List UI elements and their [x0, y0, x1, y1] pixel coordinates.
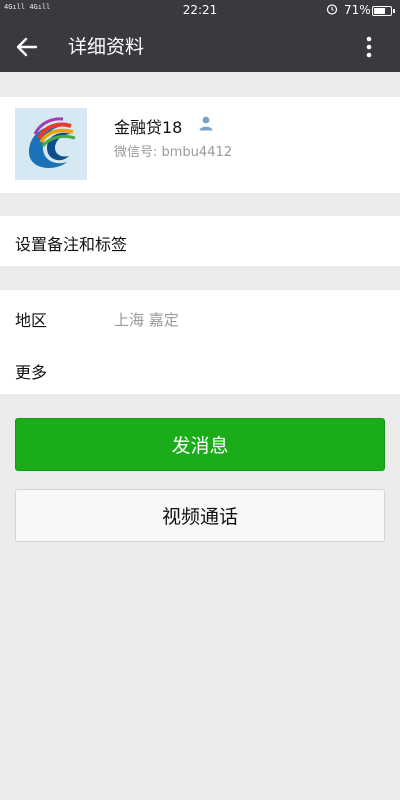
user-icon	[199, 116, 213, 131]
avatar[interactable]	[15, 108, 87, 180]
back-arrow-icon[interactable]	[14, 34, 40, 60]
status-time: 22:21	[182, 3, 218, 17]
battery-icon	[372, 6, 395, 16]
region-value: 上海 嘉定	[114, 311, 179, 329]
video-call-button[interactable]: 视频通话	[15, 489, 385, 542]
alarm-icon	[326, 4, 338, 15]
more-row[interactable]: 更多	[15, 359, 47, 383]
battery-percent: 71%	[344, 3, 371, 17]
battery-fill	[374, 8, 385, 14]
remark-tags-label: 设置备注和标签	[15, 235, 128, 254]
profile-card: 金融贷18 微信号: bmbu4412	[0, 97, 400, 193]
region-label: 地区	[15, 311, 48, 330]
wechat-id: 微信号: bmbu4412	[114, 145, 233, 160]
contact-name: 金融贷18	[114, 118, 183, 137]
status-bar: 4Gıll 4Gıll 22:21 71%	[0, 0, 400, 22]
more-vertical-icon[interactable]	[356, 34, 382, 60]
nav-bar: 详细资料	[0, 22, 400, 72]
send-message-button[interactable]: 发消息	[15, 418, 385, 471]
page-title: 详细资料	[68, 36, 145, 58]
info-card: 地区 上海 嘉定 更多	[0, 290, 400, 394]
remark-tags-row[interactable]: 设置备注和标签	[0, 216, 400, 266]
avatar-logo-image	[15, 108, 87, 180]
